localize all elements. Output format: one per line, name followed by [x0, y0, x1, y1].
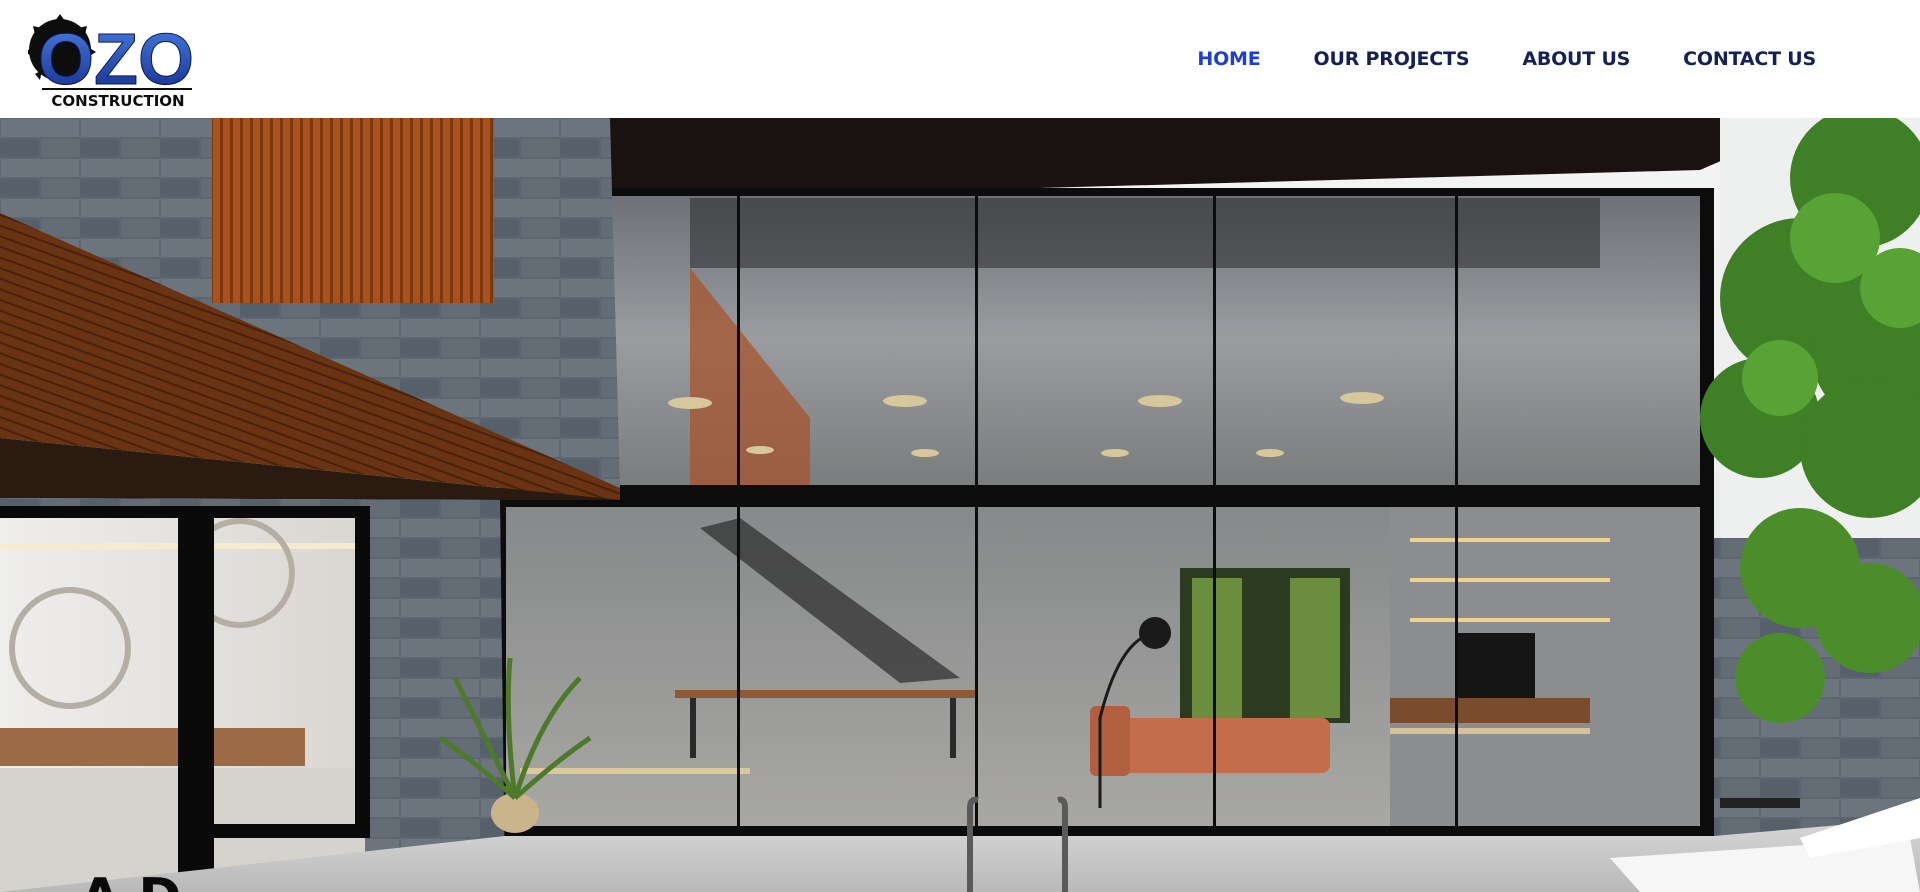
nav-home[interactable]: HOME — [1197, 48, 1260, 70]
hero-banner: A D — [0, 118, 1920, 892]
hero-heading: A D — [80, 868, 182, 892]
logo-subtitle: CONSTRUCTION — [51, 92, 184, 110]
hero-house-image — [0, 118, 1920, 892]
nav-contact-us[interactable]: CONTACT US — [1683, 48, 1816, 70]
ozo-construction-logo[interactable]: OZO CONSTRUCTION — [28, 10, 203, 110]
main-nav: HOME OUR PROJECTS ABOUT US CONTACT US — [1197, 0, 1816, 118]
site-header: OZO CONSTRUCTION HOME OUR PROJECTS ABOUT… — [0, 0, 1920, 118]
nav-about-us[interactable]: ABOUT US — [1522, 48, 1630, 70]
nav-our-projects[interactable]: OUR PROJECTS — [1314, 48, 1470, 70]
